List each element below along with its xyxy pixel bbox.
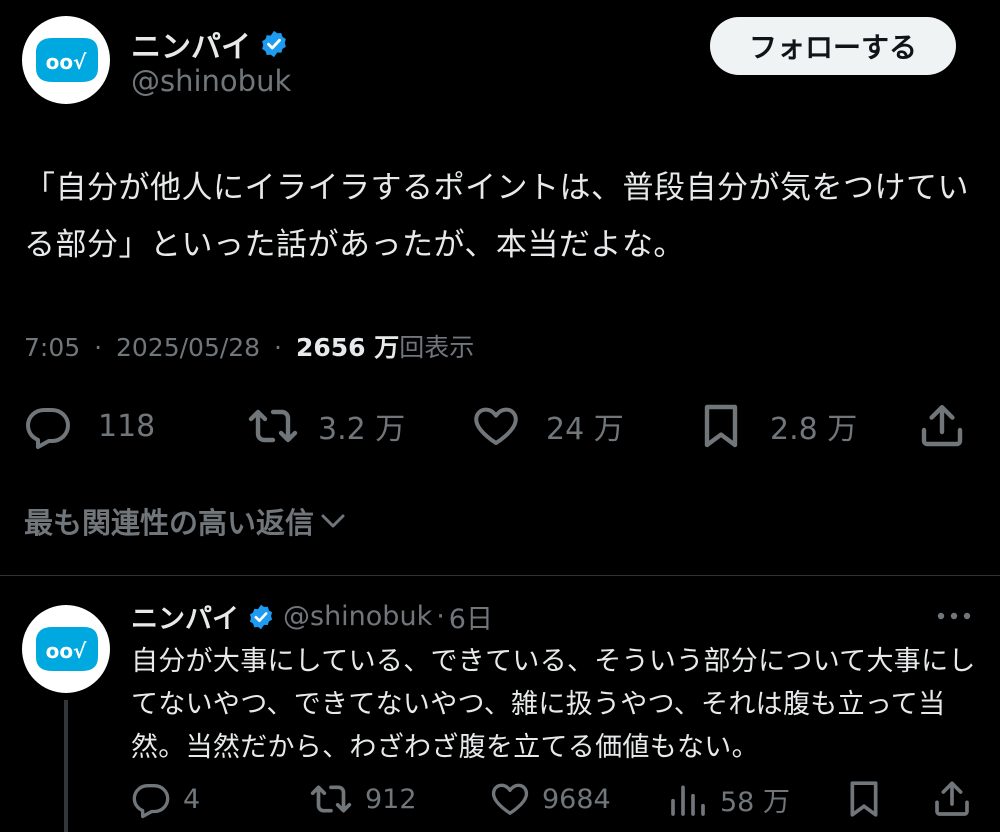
verified-badge-icon [262, 30, 286, 58]
reply-views-count: 58 万 [720, 786, 790, 818]
avatar-logo-icon: oo√ [36, 627, 98, 671]
replies-sort-toggle[interactable]: 最も関連性の高い返信 [24, 500, 348, 542]
author-name-row: ニンパイ [131, 22, 289, 66]
tweet-meta: 7:05 · 2025/05/28 · 2656 万回表示 [24, 328, 474, 364]
reply-author-handle[interactable]: @shinobuk [283, 601, 432, 632]
reply-repost-action[interactable]: 912 [309, 779, 417, 819]
reply-bookmark-action[interactable] [845, 779, 883, 819]
bookmark-action[interactable]: 2.8 万 [698, 402, 857, 450]
tweet-time[interactable]: 7:05 [24, 333, 80, 362]
author-avatar[interactable]: oo√ [22, 16, 110, 104]
more-options[interactable] [934, 606, 974, 630]
author-handle[interactable]: @shinobuk [131, 64, 291, 98]
meta-separator: · [436, 601, 445, 632]
repost-count: 3.2 万 [318, 412, 406, 447]
follow-button[interactable]: フォローする [710, 17, 956, 75]
reply-age[interactable]: 6日 [449, 597, 493, 636]
reply-like-action[interactable]: 9684 [490, 779, 611, 819]
reply-author-name[interactable]: ニンパイ [131, 597, 239, 636]
meta-separator: · [274, 333, 282, 362]
avatar-text: oo√ [46, 50, 87, 74]
reply-reply-action[interactable]: 4 [131, 779, 200, 819]
reply-views-action[interactable]: 58 万 [668, 779, 790, 819]
replies-sort-label: 最も関連性の高い返信 [24, 506, 315, 540]
reply-reply-count: 4 [183, 783, 201, 815]
share-icon [921, 405, 963, 447]
repost-action[interactable]: 3.2 万 [246, 402, 405, 450]
reply-repost-count: 912 [365, 783, 417, 815]
share-icon [935, 781, 969, 816]
reply-share-action[interactable] [932, 779, 972, 819]
reply-action[interactable]: 118 [24, 402, 155, 450]
heart-icon [474, 407, 518, 445]
reply-icon [26, 408, 70, 449]
more-dots-icon [937, 612, 971, 620]
divider [0, 575, 1000, 576]
meta-separator: · [94, 333, 103, 362]
views-chart-icon [671, 785, 705, 816]
reply-count: 118 [98, 408, 156, 444]
like-action[interactable]: 24 万 [472, 402, 624, 450]
repost-icon [310, 785, 352, 813]
tweet-date[interactable]: 2025/05/28 [116, 333, 260, 362]
repost-icon [248, 409, 298, 443]
bookmark-icon [704, 404, 738, 448]
reply-icon [132, 784, 170, 819]
views-count[interactable]: 2656 万 [296, 333, 399, 362]
bookmark-count: 2.8 万 [770, 412, 858, 447]
share-action[interactable] [918, 402, 966, 450]
reply-author-avatar[interactable]: oo√ [22, 605, 110, 693]
reply-like-count: 9684 [542, 783, 611, 815]
avatar-text: oo√ [46, 639, 87, 663]
views-label: 回表示 [399, 333, 475, 362]
bookmark-icon [850, 781, 878, 817]
reply-text: 自分が大事にしている、できている、そういう部分について大事にしてないやつ、できて… [131, 646, 976, 763]
chevron-down-icon [321, 514, 345, 528]
verified-badge-icon [249, 604, 273, 629]
heart-icon [491, 783, 529, 815]
like-count: 24 万 [546, 412, 624, 447]
thread-line [64, 700, 68, 832]
tweet-text: 「自分が他人にイライラするポイントは、普段自分が気をつけている部分」といった話が… [24, 170, 969, 263]
avatar-logo-icon: oo√ [36, 38, 98, 82]
author-name[interactable]: ニンパイ [131, 22, 251, 66]
reply-header: ニンパイ @shinobuk · 6日 [131, 597, 493, 636]
